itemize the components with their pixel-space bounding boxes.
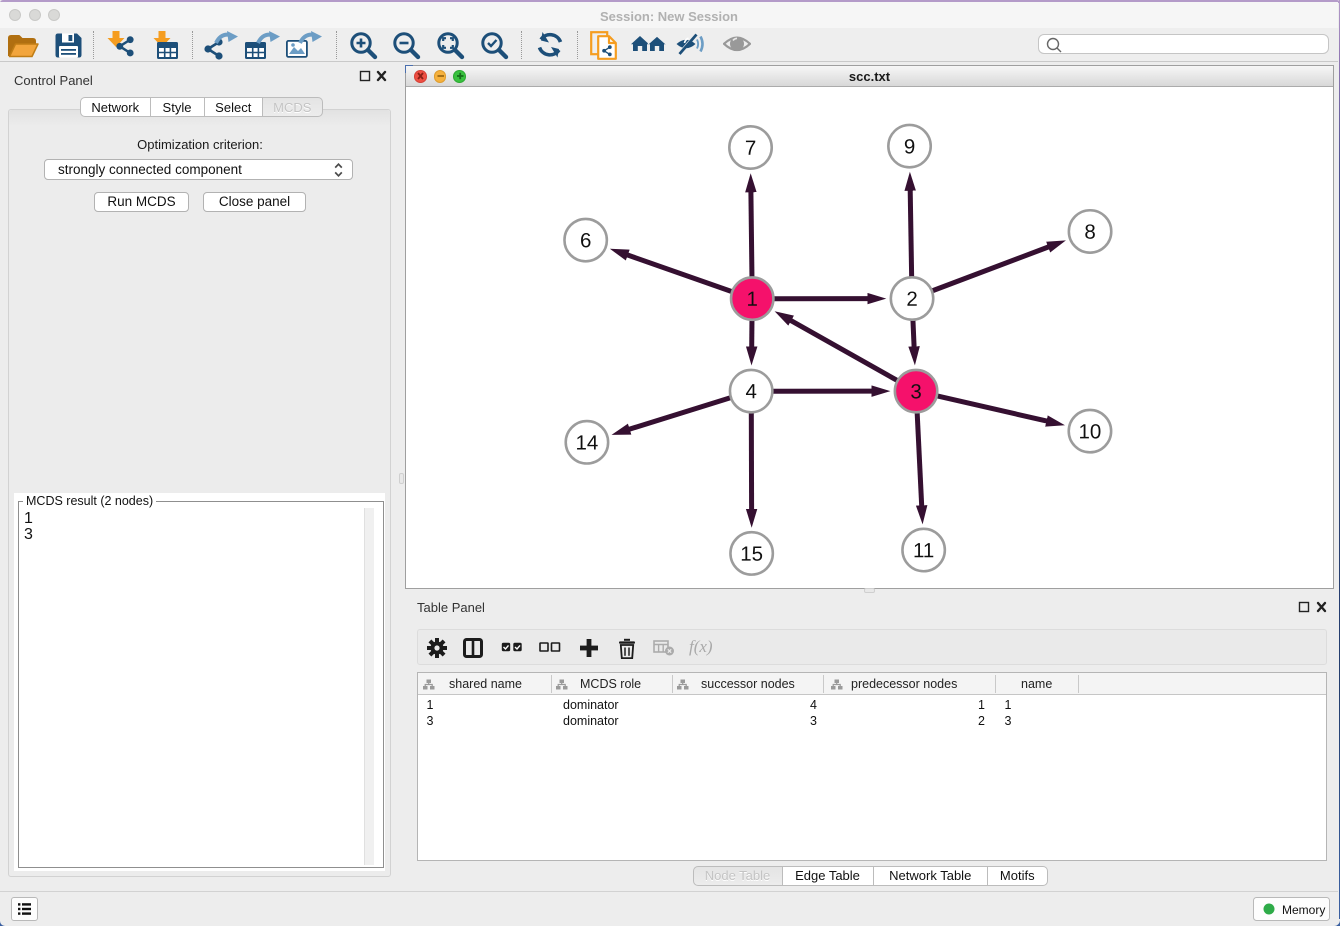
svg-text:1: 1: [747, 287, 758, 310]
svg-text:4: 4: [745, 380, 756, 403]
svg-text:14: 14: [576, 431, 599, 454]
svg-text:2: 2: [906, 287, 917, 310]
svg-text:11: 11: [913, 539, 934, 562]
svg-text:8: 8: [1084, 220, 1095, 243]
svg-text:9: 9: [904, 135, 915, 158]
svg-text:7: 7: [745, 136, 756, 159]
svg-text:15: 15: [740, 542, 763, 565]
svg-text:10: 10: [1079, 420, 1102, 443]
svg-text:6: 6: [580, 229, 591, 252]
svg-text:3: 3: [910, 380, 921, 403]
